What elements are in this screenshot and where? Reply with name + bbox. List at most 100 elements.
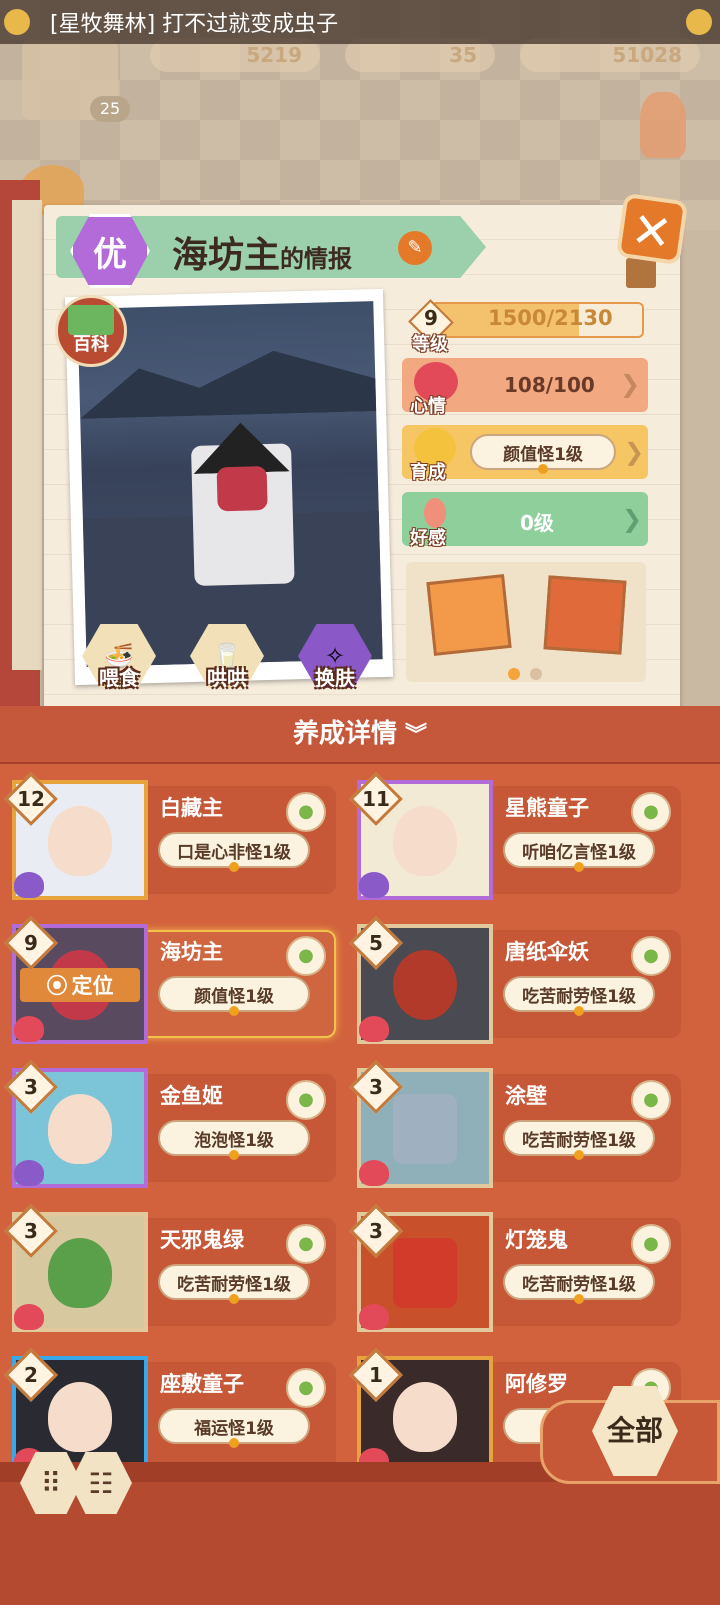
card-level: 5 [369, 931, 383, 955]
character-face [48, 806, 112, 876]
close-button[interactable]: ✕ [615, 192, 689, 266]
panel-header[interactable]: 养成详情 ︾ [0, 706, 720, 764]
locate-label: 定位 [71, 974, 114, 998]
flower-icon [4, 9, 30, 35]
panel-title: 养成详情 [292, 719, 397, 749]
tag-dot [229, 1294, 239, 1304]
gift-thumbnail[interactable] [426, 574, 512, 656]
double-chevron-down-icon: ︾ [405, 723, 428, 748]
shikigami-mask [216, 466, 268, 512]
resource-coins-value: 5219 [246, 43, 302, 67]
pager-dot-active[interactable] [508, 668, 520, 680]
heart-icon [14, 1304, 44, 1330]
leaf-icon[interactable]: ● [631, 1080, 671, 1120]
feed-button[interactable]: 🍜 喂食 [82, 624, 156, 698]
card-level: 3 [369, 1075, 383, 1099]
edit-icon[interactable]: ✎ [398, 231, 432, 265]
skin-button[interactable]: ✧ 换肤 [298, 624, 372, 698]
character-face [48, 1382, 112, 1452]
mood-label: 心情 [410, 396, 446, 417]
title-suffix: 的情报 [280, 245, 353, 273]
card-level: 3 [369, 1219, 383, 1243]
shikigami-card[interactable]: 12 白藏主 口是心非怪1级 ● [0, 772, 336, 900]
card-tag-text: 福运怪1级 [194, 1418, 274, 1439]
resource-tickets-value: 35 [449, 43, 477, 67]
book-icon [68, 305, 114, 335]
card-name: 金鱼姬 [160, 1084, 223, 1108]
locate-button[interactable]: ⦿ 定位 [20, 968, 140, 1002]
tag-dot [229, 1006, 239, 1016]
leaf-icon[interactable]: ● [631, 936, 671, 976]
shikigami-name: 海坊主 [172, 235, 281, 276]
leaf-icon[interactable]: ● [286, 1080, 326, 1120]
leaf-icon[interactable]: ● [631, 1224, 671, 1264]
shikigami-card[interactable]: 5 唐纸伞妖 吃苦耐劳怪1级 ● [345, 916, 681, 1044]
card-tag: 口是心非怪1级 [158, 832, 310, 872]
card-tag: 吃苦耐劳怪1级 [503, 976, 655, 1016]
level-number: 9 [424, 306, 438, 330]
card-name: 星熊童子 [505, 796, 589, 820]
affection-value: 0级 [520, 511, 554, 535]
character-face [393, 1382, 457, 1452]
card-level: 3 [24, 1075, 38, 1099]
card-name: 阿修罗 [505, 1372, 568, 1396]
exp-value: 1500/2130 [488, 306, 613, 330]
character-face [393, 1094, 457, 1164]
shikigami-card-selected[interactable]: ⦿ 定位 9 海坊主 颜值怪1级 ● [0, 916, 336, 1044]
shikigami-card[interactable]: 3 金鱼姬 泡泡怪1级 ● [0, 1060, 336, 1188]
heart-icon [359, 1304, 389, 1330]
heart-icon [359, 872, 389, 898]
card-name: 天邪鬼绿 [160, 1228, 244, 1252]
card-level: 11 [362, 787, 390, 811]
card-level: 1 [369, 1363, 383, 1387]
heart-icon [359, 1016, 389, 1042]
feed-label: 喂食 [99, 666, 139, 690]
tag-dot [538, 464, 548, 474]
tag-dot [574, 862, 584, 872]
pager-dot[interactable] [530, 668, 542, 680]
tag-dot [229, 862, 239, 872]
shikigami-card[interactable]: 3 灯笼鬼 吃苦耐劳怪1级 ● [345, 1204, 681, 1332]
leaf-icon[interactable]: ● [286, 1224, 326, 1264]
shikigami-card[interactable]: 3 天邪鬼绿 吃苦耐劳怪1级 ● [0, 1204, 336, 1332]
shikigami-card[interactable]: 3 涂壁 吃苦耐劳怪1级 ● [345, 1060, 681, 1188]
card-tag-text: 颜值怪1级 [194, 986, 274, 1007]
chat-bar[interactable]: [星牧舞林] 打不过就变成虫子 [0, 0, 720, 44]
leaf-icon[interactable]: ● [286, 936, 326, 976]
mood-value: 108/100 [504, 373, 595, 397]
flower-icon [686, 9, 712, 35]
card-level: 12 [17, 787, 45, 811]
shikigami-card[interactable]: 11 星熊童子 听咱亿言怪1级 ● [345, 772, 681, 900]
card-tag-text: 听咱亿言怪1级 [522, 842, 636, 863]
card-tag: 听咱亿言怪1级 [503, 832, 655, 872]
player-level-badge: 25 [90, 96, 130, 122]
gift-thumbnail[interactable] [543, 575, 627, 655]
card-tag: 福运怪1级 [158, 1408, 310, 1448]
level-label: 等级 [412, 334, 448, 355]
tag-dot [229, 1150, 239, 1160]
book-page-decor [12, 200, 42, 670]
character-face [393, 950, 457, 1020]
tag-dot [574, 1294, 584, 1304]
growth-tag: 颜值怪1级 [470, 434, 616, 474]
character-face [393, 1238, 457, 1308]
heart-icon [14, 1160, 44, 1186]
affection-label: 好感 [410, 528, 446, 549]
shikigami-scene[interactable] [77, 301, 383, 667]
growth-tag-text: 颜值怪1级 [503, 444, 583, 465]
page-title: 海坊主的情报 [172, 226, 352, 278]
skin-label: 换肤 [315, 666, 355, 690]
koinobori-ornament [640, 92, 686, 158]
card-name: 海坊主 [160, 940, 223, 964]
card-tag: 吃苦耐劳怪1级 [503, 1264, 655, 1304]
character-face [48, 1238, 112, 1308]
leaf-icon[interactable]: ● [286, 792, 326, 832]
leaf-icon[interactable]: ● [286, 1368, 326, 1408]
card-tag: 泡泡怪1级 [158, 1120, 310, 1160]
coax-button[interactable]: 🥛 哄哄 [190, 624, 264, 698]
growth-label: 育成 [410, 462, 446, 483]
card-tag-text: 吃苦耐劳怪1级 [177, 1274, 291, 1295]
card-level: 9 [24, 931, 38, 955]
card-name: 座敷童子 [160, 1372, 244, 1396]
leaf-icon[interactable]: ● [631, 792, 671, 832]
